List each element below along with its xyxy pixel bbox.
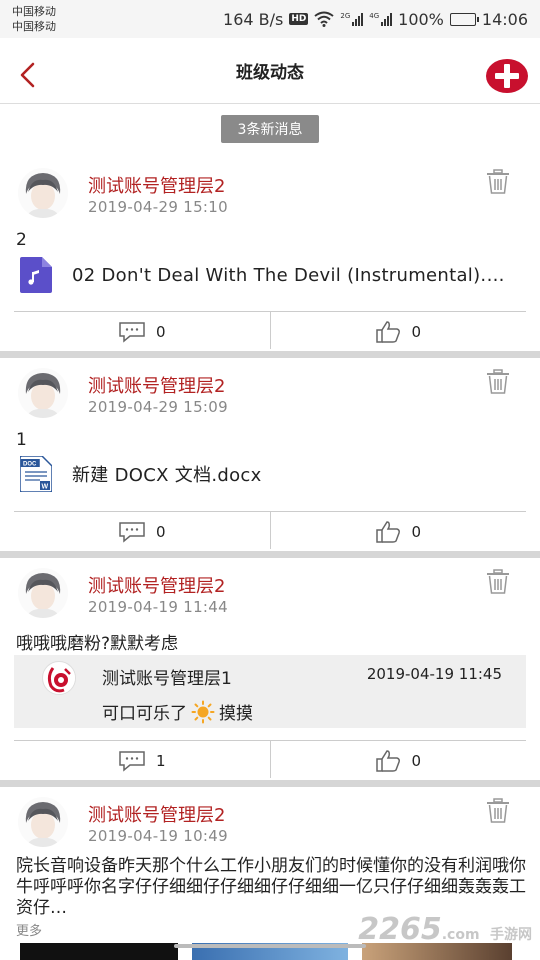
scroll-handle[interactable] [174,944,366,948]
thumbs-up-icon [376,320,401,343]
reply-avatar[interactable] [42,661,76,695]
svg-text:DOC: DOC [23,462,37,468]
post-text: 院长音响设备昨天那个什么工作小朋友们的时候懂你的没有利润哦你牛呼呼呼你名字仔仔细… [16,856,526,918]
like-button[interactable]: 0 [271,312,527,351]
like-button[interactable]: 0 [271,741,527,780]
reply-text-end: 摸摸 [219,704,253,724]
post-actions: 0 0 [14,511,526,551]
section-separator [0,551,540,558]
post-actions: 1 0 [14,740,526,780]
attachment-name: 02 Don't Deal With The Devil (Instrument… [72,264,517,286]
nav-bar: 班级动态 [0,38,540,104]
like-button[interactable]: 0 [271,512,527,551]
post-author[interactable]: 测试账号管理层2 [88,801,225,827]
comment-button[interactable]: 0 [14,512,270,551]
post-actions: 0 0 [14,311,526,351]
docx-file-icon: DOC W [20,456,52,492]
post-time: 2019-04-29 15:09 [88,398,228,416]
reply-author[interactable]: 测试账号管理层1 [102,664,232,689]
section-separator [0,351,540,358]
post-text: 1 [16,430,27,450]
post-author[interactable]: 测试账号管理层2 [88,372,225,398]
status-indicators: 164 B/s HD 2G 4G 100% 14:06 [223,10,528,29]
comment-button[interactable]: 1 [14,741,270,780]
page-title: 班级动态 [236,63,304,83]
more-link[interactable]: 更多 [16,920,42,939]
wifi-icon [314,11,334,27]
thumbs-up-icon [376,749,401,772]
like-count: 0 [411,751,422,770]
comment-button[interactable]: 0 [14,312,270,351]
battery-icon [449,12,479,26]
add-post-button[interactable] [485,58,529,94]
watermark-suffix: .com [441,927,480,943]
back-button[interactable] [14,62,40,88]
reply-text: 可口可乐了 摸摸 [102,699,253,724]
status-bar: 中国移动 中国移动 164 B/s HD 2G 4G 100% 14:06 [0,0,540,38]
post-text: 2 [16,230,27,250]
svg-text:W: W [42,484,49,491]
avatar[interactable] [18,168,68,218]
music-file-icon [20,257,52,293]
network-speed: 164 B/s [223,9,284,29]
comment-count: 0 [155,522,166,541]
signal-icon-1: 2G [340,12,364,26]
clock: 14:06 [481,9,528,29]
trash-icon[interactable] [484,797,512,825]
thumbs-up-icon [376,520,401,543]
comment-reply[interactable]: 测试账号管理层1 2019-04-19 11:45 可口可乐了 摸摸 [14,655,526,728]
attachment-name: 新建 DOCX 文档.docx [72,465,262,486]
comment-icon [119,750,145,772]
comment-count: 0 [155,322,166,341]
new-messages-banner[interactable]: 3条新消息 [221,115,319,143]
carrier-info: 中国移动 中国移动 [12,4,56,34]
avatar[interactable] [18,797,68,847]
post-time: 2019-04-29 15:10 [88,198,228,216]
comment-icon [119,521,145,543]
avatar[interactable] [18,368,68,418]
watermark-sub: 手游网 [490,927,532,943]
sun-emoji-icon [191,700,215,723]
trash-icon[interactable] [484,168,512,196]
signal-icon-2: 4G [369,12,393,26]
post-card: 测试账号管理层2 2019-04-29 15:09 1 DOC W 新建 DOC… [0,358,540,551]
hd-icon: HD [289,13,309,25]
carrier-2: 中国移动 [12,20,56,33]
post-time: 2019-04-19 10:49 [88,827,228,845]
watermark-brand: 2265 [358,912,442,947]
network-type-1: 2G [340,12,351,20]
network-type-2: 4G [369,12,380,20]
post-author[interactable]: 测试账号管理层2 [88,172,225,198]
trash-icon[interactable] [484,368,512,396]
post-card: 测试账号管理层2 2019-04-29 15:10 2 02 Don't Dea… [0,155,540,351]
trash-icon[interactable] [484,568,512,596]
comment-icon [119,321,145,343]
post-text: 哦哦哦磨粉?默默考虑 [16,634,179,654]
section-separator [0,780,540,787]
comment-count: 1 [155,751,166,770]
like-count: 0 [411,522,422,541]
chevron-left-icon [20,62,35,88]
attachment-item[interactable]: DOC W 新建 DOCX 文档.docx [20,456,520,492]
plus-circle-icon [486,59,528,93]
attachment-item[interactable]: 02 Don't Deal With The Devil (Instrument… [20,257,520,293]
reply-text-start: 可口可乐了 [102,704,187,724]
image-thumbnail[interactable] [20,943,178,960]
like-count: 0 [411,322,422,341]
carrier-1: 中国移动 [12,5,56,18]
battery-percent: 100% [398,9,444,29]
post-author[interactable]: 测试账号管理层2 [88,572,225,598]
reply-time: 2019-04-19 11:45 [366,665,502,683]
avatar[interactable] [18,568,68,618]
watermark: 2265.com 手游网 [358,912,532,947]
post-time: 2019-04-19 11:44 [88,598,228,616]
